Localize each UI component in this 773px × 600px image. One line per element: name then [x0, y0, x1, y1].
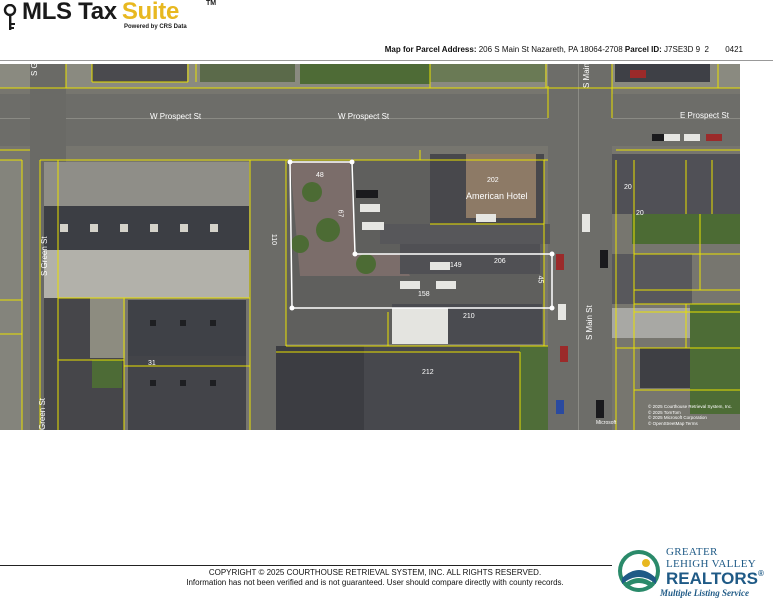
building-label: American Hotel [466, 191, 528, 201]
parcel-number: 110 [270, 233, 278, 246]
street-label-prospect-east: E Prospect St [680, 111, 729, 120]
parcel-number: 202 [487, 177, 499, 184]
parcel-code: 0421 [725, 45, 743, 54]
parcel-number: 45 [536, 275, 544, 284]
parcel-number: 158 [418, 291, 430, 298]
parcel-map[interactable]: W Prospect St W Prospect St E Prospect S… [0, 64, 740, 430]
footer-divider [0, 565, 612, 566]
attribution-line: © 2025 Courthouse Retrieval System, Inc. [648, 404, 733, 409]
parcel-address-label: Map for Parcel Address: [384, 45, 477, 54]
parcel-number: 31 [148, 360, 156, 367]
glvr-realtors: REALTORS® [666, 569, 764, 588]
street-label-green-bottom: Green St [38, 397, 47, 430]
copyright-notice: COPYRIGHT © 2025 COURTHOUSE RETRIEVAL SY… [208, 568, 542, 577]
logo-accent: Suite [121, 0, 179, 25]
street-label-green-top: S Green St [30, 64, 39, 76]
trademark-mark: TM [206, 0, 217, 7]
realtors-emblem-icon [618, 550, 660, 592]
parcel-info: Map for Parcel Address: 206 S Main St Na… [385, 45, 743, 54]
attribution-line[interactable]: © OpenStreetMap Terms [648, 421, 732, 427]
parcel-number: 212 [422, 369, 434, 376]
parcel-id-label: Parcel ID: [624, 45, 662, 54]
disclaimer: Information has not been verified and is… [186, 578, 564, 587]
glvr-mls: Multiple Listing Service [660, 588, 749, 598]
realtors-word: REALTORS [666, 569, 758, 588]
logo-main: MLS Tax [22, 0, 117, 25]
street-label-prospect-west-1: W Prospect St [150, 112, 202, 121]
map-attribution: © 2025 Courthouse Retrieval System, Inc.… [648, 404, 732, 426]
parcel-number: 20 [624, 184, 632, 191]
street-label-main-top: S Main [582, 64, 591, 88]
app-logo[interactable]: MLS Tax Suite [22, 0, 179, 26]
header-divider [0, 60, 773, 61]
header: MLS Tax Suite TM Powered by CRS Data [0, 0, 773, 44]
glvr-logo[interactable]: GREATER LEHIGH VALLEY REALTORS® Multiple… [616, 546, 773, 600]
street-label-main-mid: S Main St [585, 305, 594, 340]
street-label-green-mid: S Green St [40, 236, 49, 276]
parcel-number: 210 [463, 313, 475, 320]
parcel-number: 67 [336, 209, 344, 218]
powered-by: Powered by CRS Data [124, 24, 187, 30]
key-icon [3, 4, 17, 30]
glvr-greater: GREATER [666, 546, 718, 558]
street-label-prospect-west-2: W Prospect St [338, 112, 390, 121]
footer-text: COPYRIGHT © 2025 COURTHOUSE RETRIEVAL SY… [175, 568, 575, 588]
parcel-number: 20 [636, 210, 644, 217]
parcel-number: 149 [450, 262, 462, 269]
map-provider-logo: Microsoft [596, 420, 617, 426]
parcel-number: 48 [316, 172, 324, 179]
parcel-id: J7SE3D 9 2 [664, 45, 709, 54]
parcel-number: 206 [494, 258, 506, 265]
parcel-address: 206 S Main St Nazareth, PA 18064-2708 [478, 45, 623, 54]
